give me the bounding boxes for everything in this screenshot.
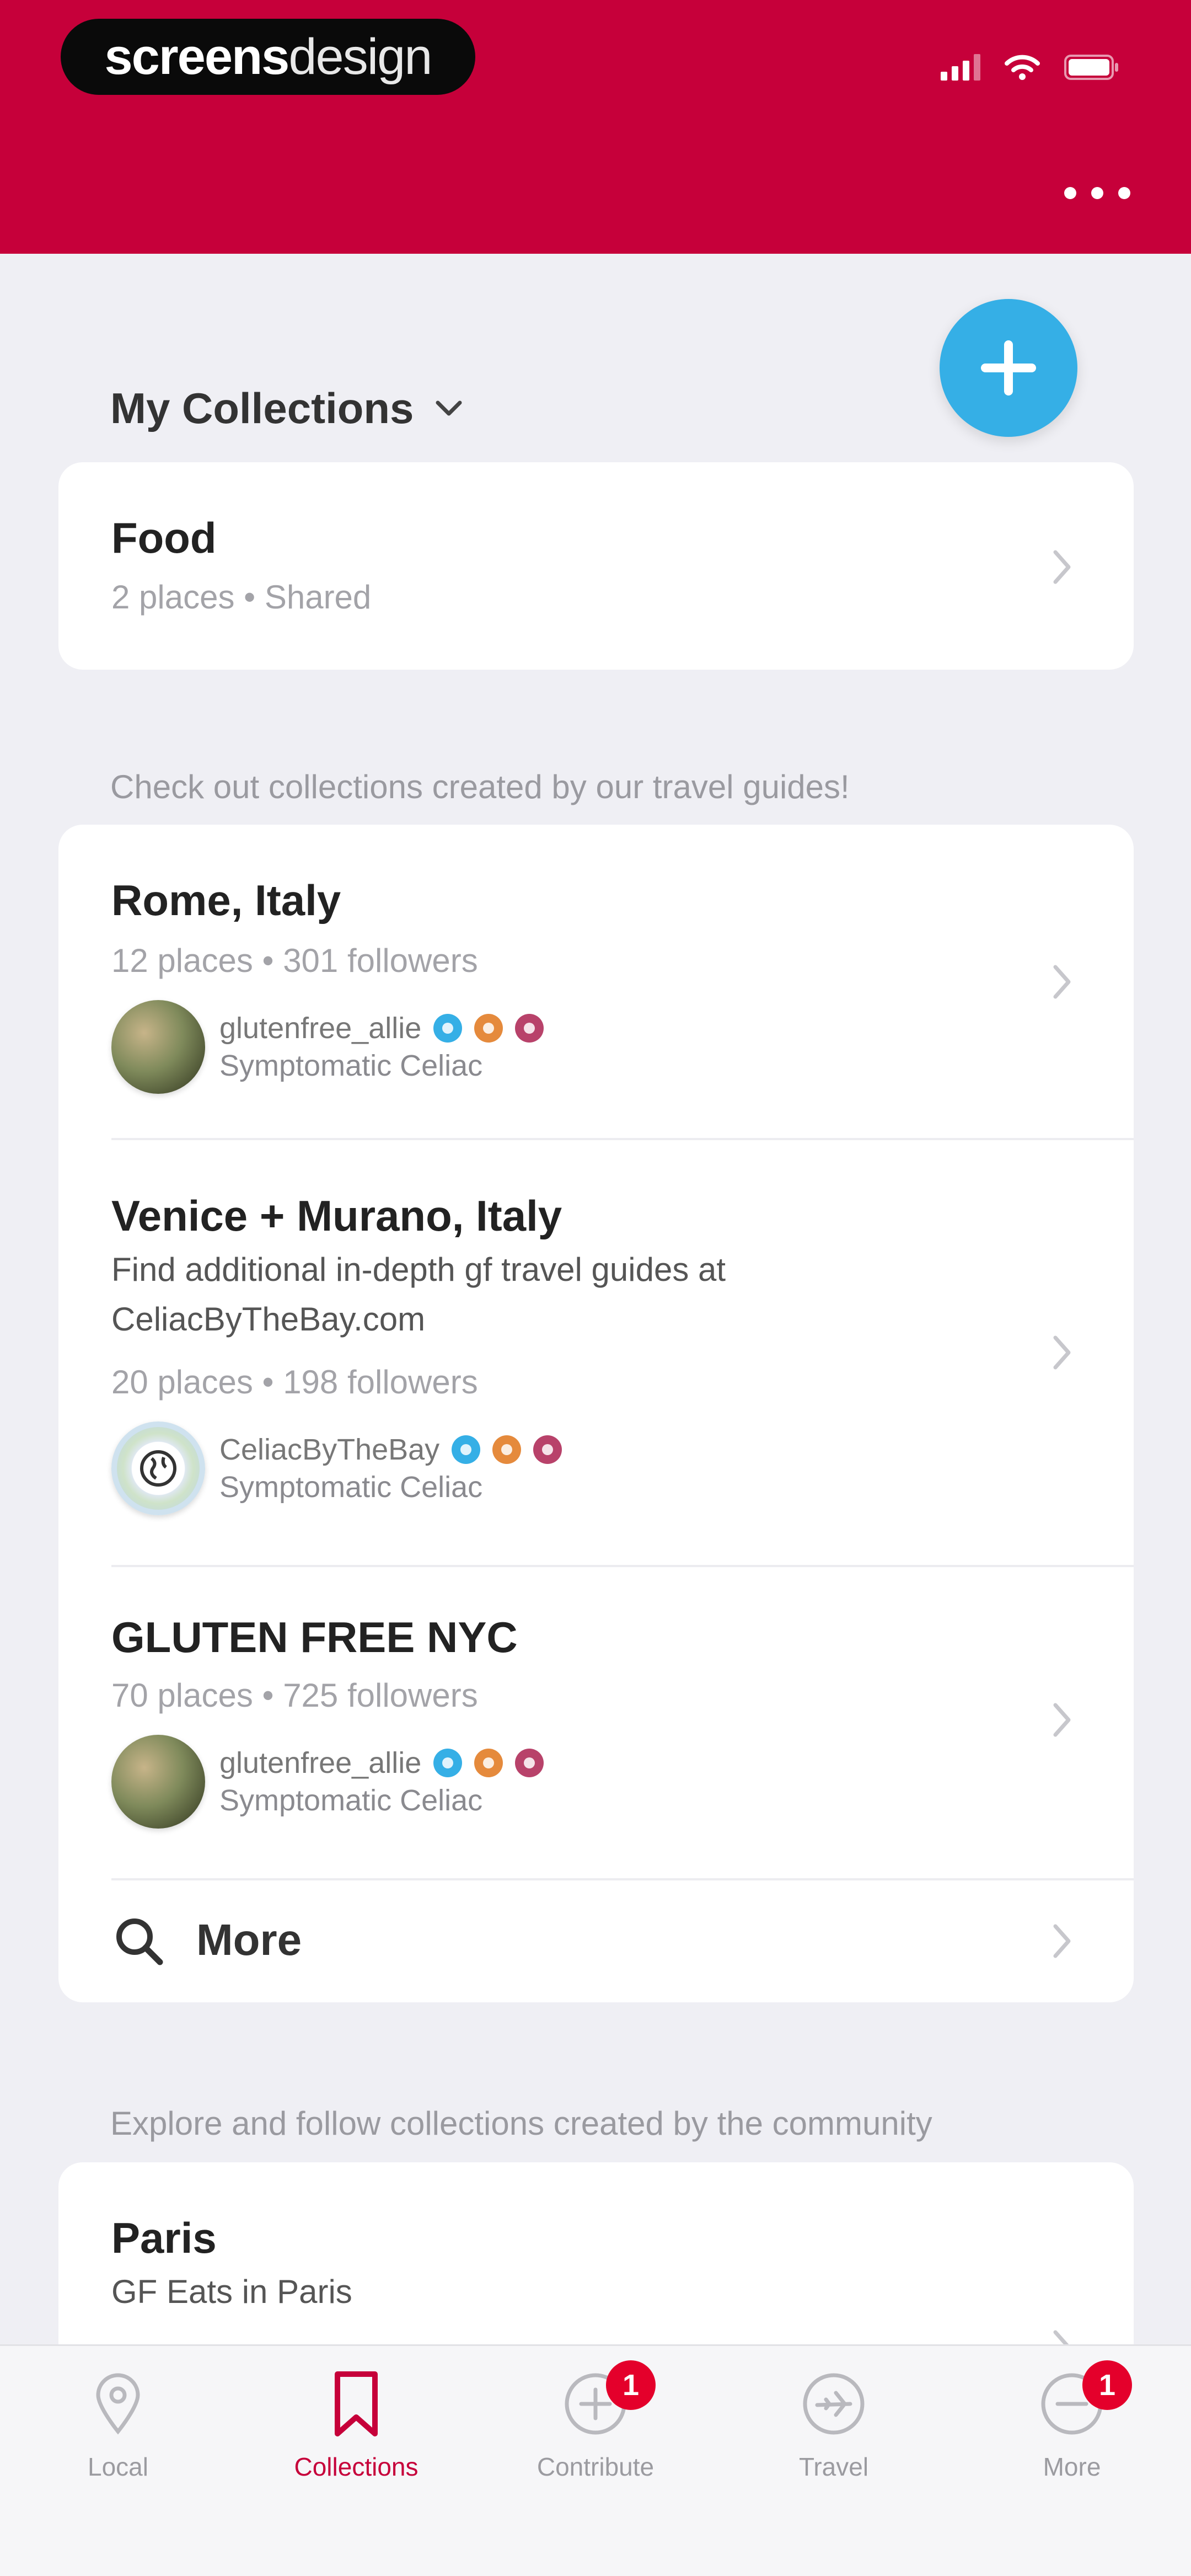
cellular-signal-icon: [941, 54, 980, 81]
map-pin-icon: [96, 2373, 140, 2435]
tab-contribute[interactable]: 1 Contribute: [513, 2360, 678, 2511]
tab-collections[interactable]: Collections: [273, 2368, 439, 2511]
verified-badge-icon: [433, 1749, 463, 1777]
battery-icon: [1064, 54, 1119, 81]
guide-badge-icon: [492, 1435, 522, 1464]
celiac-badge-icon: [515, 1749, 544, 1777]
app-header: screens design: [0, 0, 1191, 254]
celiac-badge-icon: [533, 1435, 562, 1464]
author-info: CeliacByTheBay Symptomatic Celiac: [111, 1421, 562, 1515]
notification-badge: 1: [1082, 2360, 1132, 2410]
tab-label: More: [1043, 2452, 1101, 2481]
collection-meta: 12 places • 301 followers: [111, 942, 478, 979]
guides-section-hint: Check out collections created by our tra…: [110, 768, 850, 805]
tab-label: Collections: [294, 2452, 419, 2481]
collection-row-food[interactable]: Food 2 places • Shared: [58, 462, 1134, 670]
collection-title: Paris: [111, 2214, 217, 2262]
more-horizontal-icon[interactable]: [1064, 182, 1130, 204]
collection-meta: 2 places • Shared: [111, 579, 372, 616]
collection-title: GLUTEN FREE NYC: [111, 1613, 518, 1661]
chevron-right-icon: [1053, 1335, 1071, 1370]
collection-title: Venice + Murano, Italy: [111, 1191, 562, 1240]
author-name: glutenfree_allie: [219, 1012, 422, 1045]
author-role: Symptomatic Celiac: [219, 1471, 483, 1504]
collection-title: Food: [111, 514, 217, 562]
brand-watermark: screens design: [61, 19, 475, 95]
brand-light-text: design: [288, 28, 432, 85]
collection-meta: 20 places • 198 followers: [111, 1364, 478, 1401]
tab-label: Contribute: [537, 2452, 654, 2481]
author-name: glutenfree_allie: [219, 1746, 422, 1779]
tab-more[interactable]: 1 More: [989, 2360, 1155, 2511]
tab-bar: Local Collections 1 Contribute Travel 1 …: [0, 2344, 1191, 2576]
chevron-right-icon: [1053, 1924, 1071, 1958]
search-icon: [116, 1918, 163, 1965]
collection-row-venice[interactable]: Venice + Murano, Italy Find additional i…: [58, 1140, 1134, 1559]
plus-icon: [981, 340, 1036, 396]
globe-icon: [140, 1450, 176, 1487]
my-collections-card: Food 2 places • Shared: [58, 462, 1134, 670]
celiac-badge-icon: [515, 1014, 544, 1043]
tab-label: Local: [88, 2452, 148, 2481]
collection-description: Find additional in-depth gf travel guide…: [111, 1251, 726, 1338]
author-info: glutenfree_allie Symptomatic Celiac: [111, 1000, 544, 1094]
author-info: glutenfree_allie Symptomatic Celiac: [111, 1735, 544, 1829]
chevron-right-icon: [1053, 965, 1071, 999]
my-collections-dropdown[interactable]: My Collections: [110, 381, 464, 436]
chevron-right-icon: [1053, 550, 1071, 584]
more-guides-row[interactable]: More: [58, 1880, 1134, 2002]
tab-local[interactable]: Local: [35, 2368, 201, 2511]
author-role: Symptomatic Celiac: [219, 1049, 483, 1082]
guide-badge-icon: [474, 1014, 503, 1043]
my-collections-title: My Collections: [110, 383, 414, 432]
verified-badge-icon: [452, 1435, 481, 1464]
bookmark-icon: [335, 2371, 378, 2436]
add-collection-button[interactable]: [940, 299, 1077, 437]
tab-travel[interactable]: Travel: [751, 2368, 916, 2511]
author-name: CeliacByTheBay: [219, 1433, 440, 1466]
brand-bold-text: screens: [104, 28, 290, 85]
avatar: [111, 1421, 205, 1515]
avatar: [111, 1735, 205, 1829]
tab-label: Travel: [798, 2452, 869, 2481]
collection-row-rome[interactable]: Rome, Italy 12 places • 301 followers gl…: [58, 825, 1134, 1138]
chevron-right-icon: [1053, 1703, 1071, 1737]
plane-circle-icon: [803, 2373, 865, 2435]
wifi-icon: [1005, 54, 1040, 81]
author-role: Symptomatic Celiac: [219, 1784, 483, 1817]
collection-meta: 70 places • 725 followers: [111, 1677, 478, 1714]
verified-badge-icon: [433, 1014, 463, 1043]
collection-row-nyc[interactable]: GLUTEN FREE NYC 70 places • 725 follower…: [58, 1567, 1134, 1876]
notification-badge: 1: [606, 2360, 656, 2410]
more-label: More: [196, 1915, 302, 1964]
collection-title: Rome, Italy: [111, 876, 341, 924]
guide-badge-icon: [474, 1749, 503, 1777]
chevron-down-icon: [436, 400, 462, 416]
avatar: [111, 1000, 205, 1094]
collection-description: GF Eats in Paris: [111, 2273, 352, 2310]
guides-card: Rome, Italy 12 places • 301 followers gl…: [58, 825, 1134, 2002]
status-icons: [941, 51, 1119, 84]
community-section-hint: Explore and follow collections created b…: [110, 2105, 932, 2142]
